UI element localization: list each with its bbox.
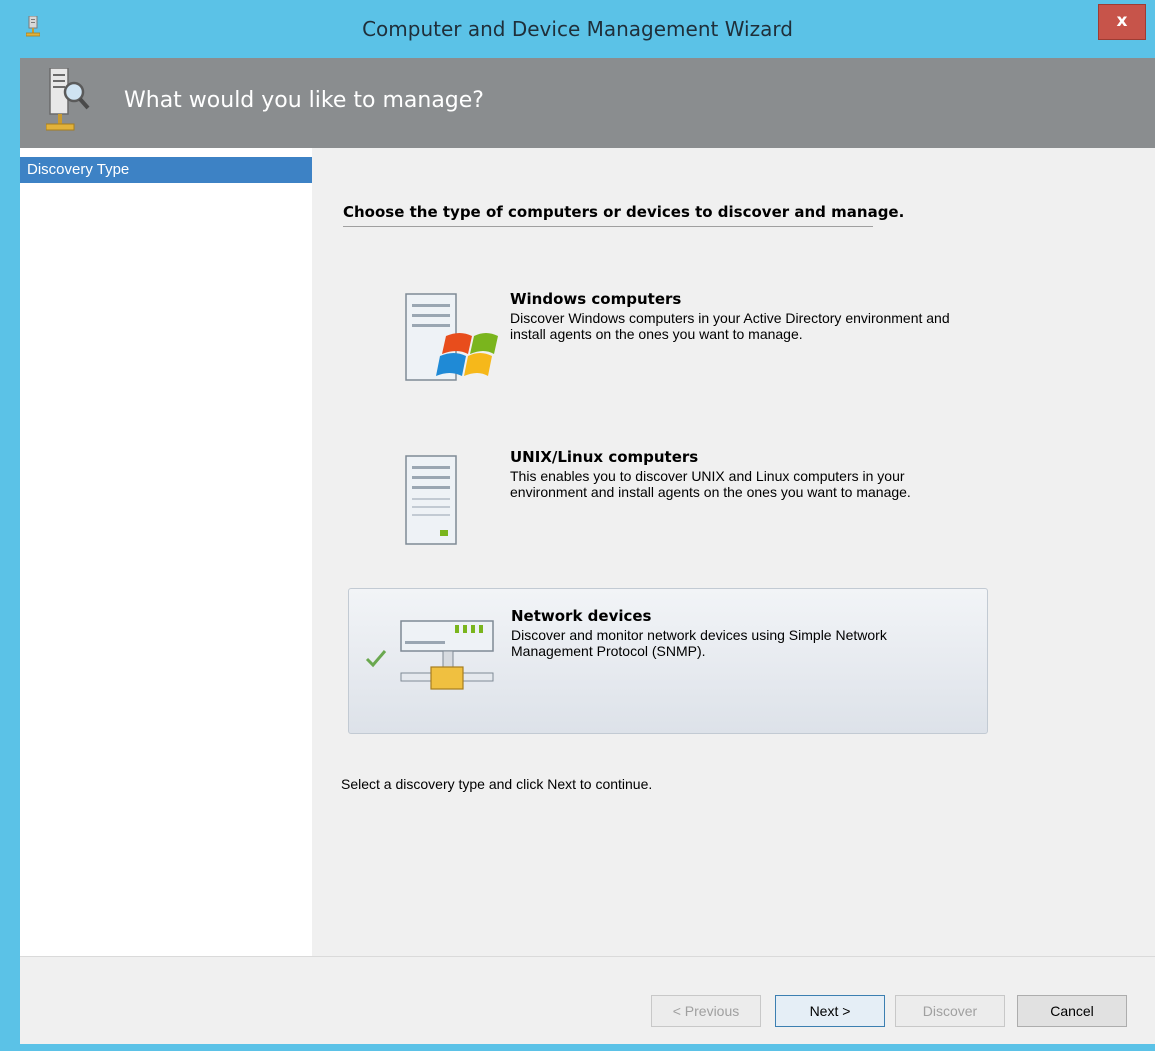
wizard-footer: < Previous Next > Discover Cancel	[20, 956, 1155, 1044]
wizard-sidebar: Discovery Type	[20, 148, 312, 956]
close-button[interactable]: x	[1098, 4, 1146, 40]
option-description: Discover and monitor network devices usi…	[511, 627, 887, 659]
window-title: Computer and Device Management Wizard	[362, 17, 793, 41]
next-button[interactable]: Next >	[775, 995, 885, 1027]
option-title: Network devices	[511, 607, 652, 625]
sidebar-item-discovery-type[interactable]: Discovery Type	[20, 157, 312, 183]
cancel-button[interactable]: Cancel	[1017, 995, 1127, 1027]
option-description: Discover Windows computers in your Activ…	[510, 310, 950, 342]
instruction-text: Select a discovery type and click Next t…	[341, 776, 653, 792]
wizard-window: Computer and Device Management Wizard x …	[0, 0, 1155, 1051]
discover-button[interactable]: Discover	[895, 995, 1005, 1027]
section-heading: Choose the type of computers or devices …	[343, 203, 905, 221]
page-title: What would you like to manage?	[124, 88, 484, 113]
previous-button[interactable]: < Previous	[651, 995, 761, 1027]
option-windows-computers[interactable]: Windows computers Discover Windows compu…	[348, 276, 988, 422]
checkmark-icon	[365, 650, 387, 668]
option-title: UNIX/Linux computers	[510, 448, 699, 466]
wizard-content: Choose the type of computers or devices …	[312, 148, 1155, 956]
option-network-devices[interactable]: Network devices Discover and monitor net…	[348, 588, 988, 734]
server-icon	[405, 455, 457, 545]
heading-divider	[343, 226, 873, 227]
server-search-icon	[46, 68, 90, 131]
option-unix-linux-computers[interactable]: UNIX/Linux computers This enables you to…	[348, 434, 988, 580]
network-device-icon	[400, 620, 494, 690]
option-title: Windows computers	[510, 290, 682, 308]
windows-server-icon	[405, 293, 498, 381]
option-description: This enables you to discover UNIX and Li…	[510, 468, 911, 500]
title-bar[interactable]: Computer and Device Management Wizard x	[0, 0, 1155, 58]
wizard-header: What would you like to manage?	[20, 58, 1155, 148]
